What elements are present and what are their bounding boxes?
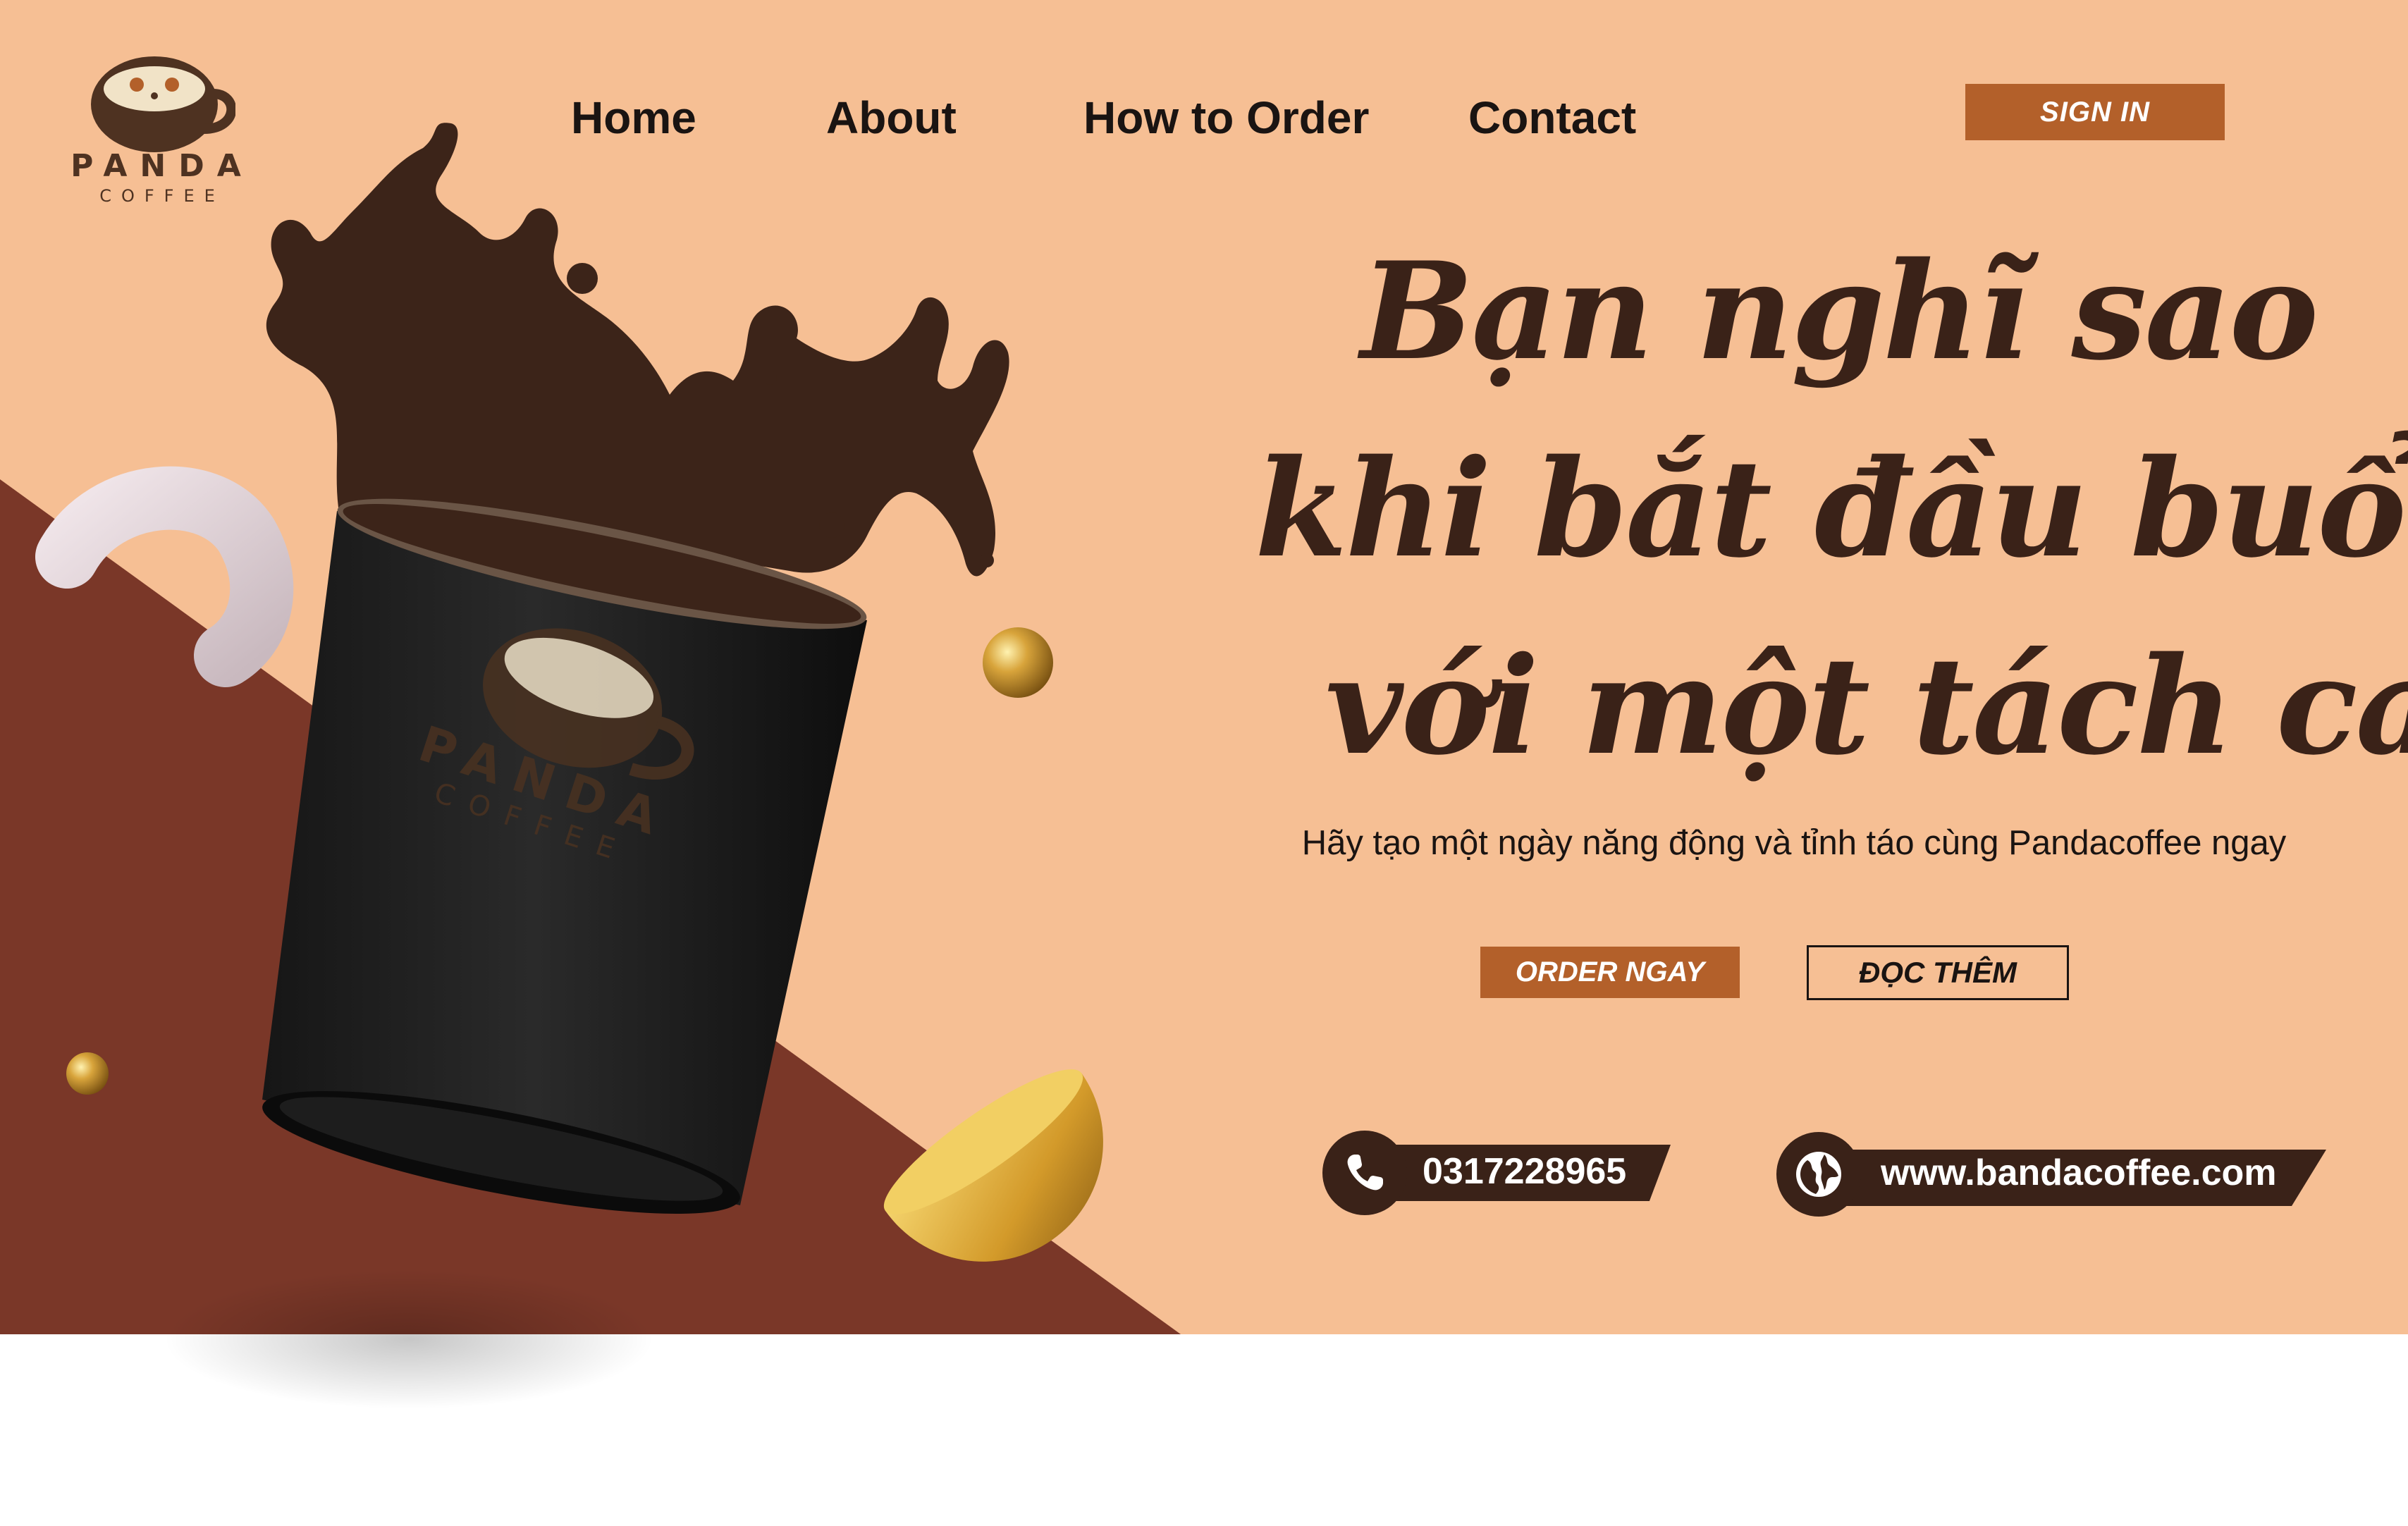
gold-sphere-small (66, 1052, 109, 1095)
hero-section: PANDA COFFEE PANDA COFFEE Home About How… (0, 0, 2408, 1334)
website-url[interactable]: www.bandacoffee.com (1881, 1152, 2277, 1194)
headline-line-3: với một tách cafe (1325, 627, 2408, 784)
order-now-button[interactable]: ORDER NGAY (1480, 947, 1740, 998)
read-more-button[interactable]: ĐỌC THÊM (1807, 945, 2069, 1000)
nav-item-contact[interactable]: Contact (1468, 92, 1636, 144)
headline-line-2: khi bắt đầu buổi sáng (1255, 430, 2408, 587)
brand-subname: COFFEE (99, 186, 225, 206)
splash-drop (819, 512, 844, 538)
phone-number[interactable]: 0317228965 (1423, 1150, 1626, 1193)
brand-name: PANDA (70, 148, 254, 184)
nav-item-how-to-order[interactable]: How to Order (1083, 92, 1369, 144)
globe-icon[interactable] (1776, 1132, 1861, 1217)
cup-floor-shadow (162, 1269, 656, 1410)
phone-icon[interactable] (1322, 1131, 1407, 1215)
splash-drop (980, 553, 994, 567)
sign-in-button[interactable]: SIGN IN (1965, 84, 2225, 140)
splash-drop (763, 371, 777, 385)
splash-drop (422, 357, 441, 376)
gold-sphere (983, 627, 1053, 698)
splash-drop (567, 263, 598, 294)
nav-item-home[interactable]: Home (571, 92, 696, 144)
hero-tagline: Hãy tạo một ngày năng động và tỉnh táo c… (1301, 824, 2287, 862)
nav-item-about[interactable]: About (826, 92, 957, 144)
brand-logo[interactable]: PANDA COFFEE (70, 49, 254, 211)
headline-line-1: Bạn nghĩ sao (1360, 233, 2318, 390)
coffee-cup-logo-icon (91, 56, 235, 152)
